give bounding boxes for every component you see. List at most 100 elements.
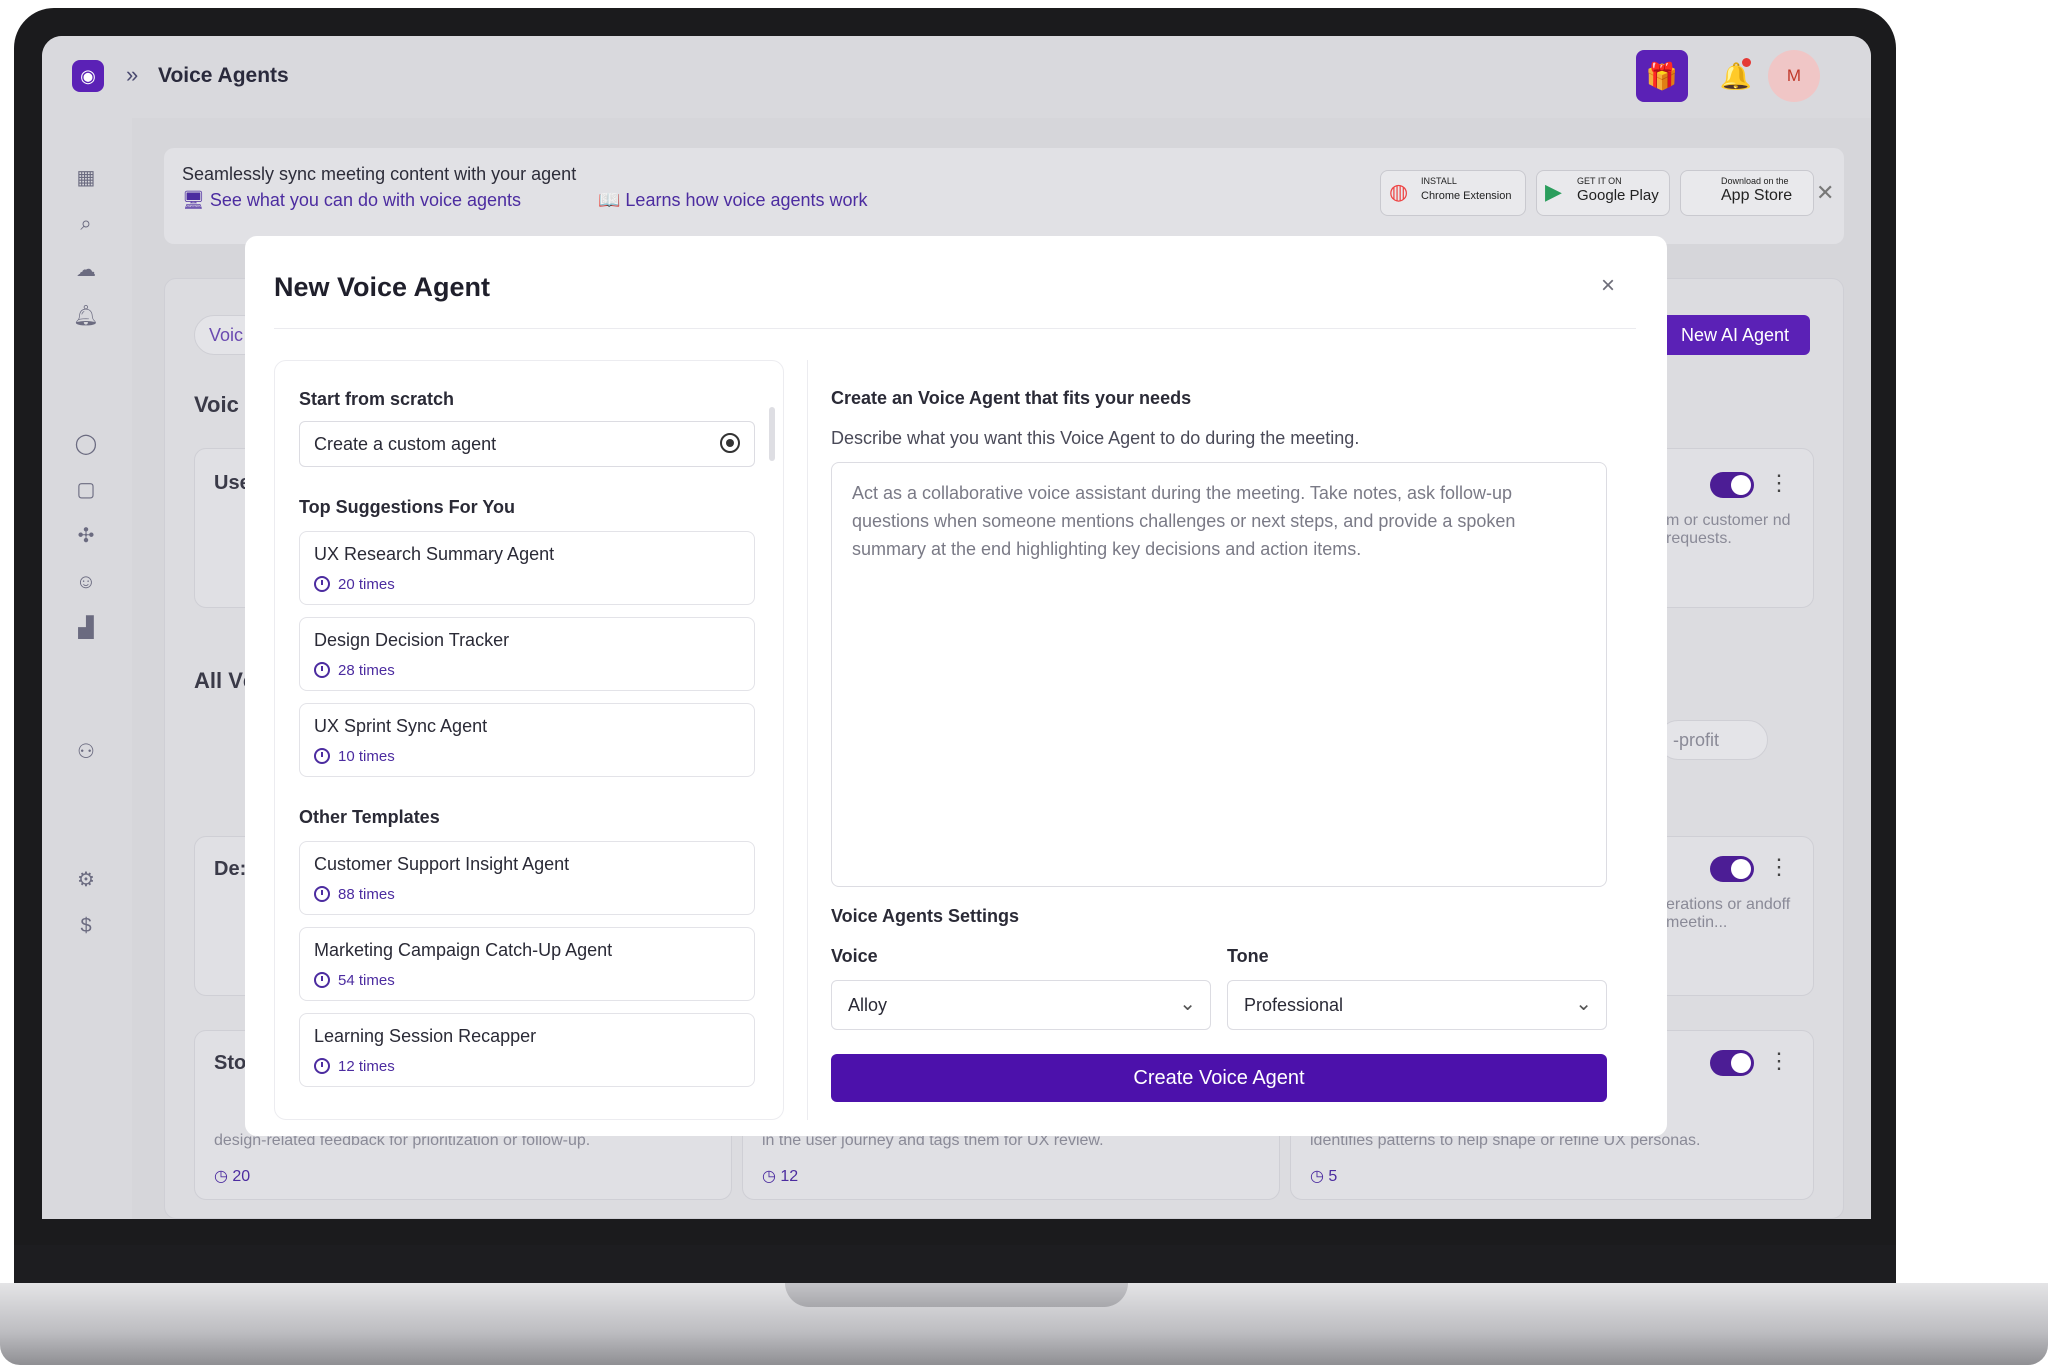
template-item[interactable]: Design Decision Tracker 28 times (299, 617, 755, 691)
agent-toggle[interactable] (1710, 856, 1754, 882)
top-bar: ◉ » Voice Agents 🎁 🔔 M (42, 36, 1871, 118)
learn-voice-agents-link[interactable]: 📖 Learns how voice agents work (598, 190, 868, 211)
analytics-icon[interactable]: ▟ (72, 614, 100, 642)
template-item[interactable]: Customer Support Insight Agent 88 times (299, 841, 755, 915)
app-store-button[interactable]: Download on the App Store (1680, 170, 1814, 216)
banner-title: Seamlessly sync meeting content with you… (182, 164, 577, 184)
custom-agent-option[interactable]: Create a custom agent (299, 421, 755, 467)
agent-prompt-textarea[interactable]: Act as a collaborative voice assistant d… (831, 462, 1607, 887)
create-heading: Create an Voice Agent that fits your nee… (831, 388, 1192, 408)
agent-toggle[interactable] (1710, 1050, 1754, 1076)
store-label: Google Play (1577, 187, 1659, 204)
template-item[interactable]: UX Research Summary Agent 20 times (299, 531, 755, 605)
chrome-icon: ◍ (1389, 179, 1409, 204)
create-voice-agent-button[interactable]: Create Voice Agent (831, 1054, 1607, 1102)
close-icon[interactable]: × (1601, 272, 1615, 300)
radio-icon (720, 433, 740, 453)
template-usage: 20 times (314, 576, 395, 593)
template-item[interactable]: Learning Session Recapper 12 times (299, 1013, 755, 1087)
divider (274, 328, 1636, 329)
chevron-down-icon: ⌄ (1575, 993, 1592, 1015)
chrome-extension-button[interactable]: INSTALL Chrome Extension ◍ (1380, 170, 1526, 216)
gear-icon[interactable]: ⚙ (72, 866, 100, 894)
more-options-icon[interactable]: ⋮ (1768, 854, 1790, 880)
google-play-button[interactable]: GET IT ON Google Play ▶ (1536, 170, 1670, 216)
avatar[interactable]: M (1768, 50, 1820, 102)
dollar-icon[interactable]: $ (72, 912, 100, 940)
notification-dot (1742, 58, 1751, 67)
calendar-icon[interactable]: ▦ (72, 164, 100, 192)
voice-label: Voice (831, 946, 878, 966)
template-name: Learning Session Recapper (314, 1026, 537, 1046)
template-name: Customer Support Insight Agent (314, 854, 570, 874)
gift-icon[interactable]: 🎁 (1636, 50, 1688, 102)
google-play-icon: ▶ (1545, 179, 1562, 204)
close-icon[interactable]: ✕ (1816, 180, 1834, 206)
clock-icon (314, 1058, 330, 1074)
usage-label: 28 times (338, 662, 395, 679)
upload-cloud-icon[interactable]: ☁ (72, 256, 100, 284)
usage-count-value: 12 (780, 1168, 799, 1185)
store-label: Chrome Extension (1421, 190, 1512, 202)
clock-icon (314, 576, 330, 592)
integrations-icon[interactable]: ✣ (72, 522, 100, 550)
laptop-notch (785, 1283, 1128, 1307)
clock-icon (314, 748, 330, 764)
voice-value: Alloy (848, 995, 888, 1015)
store-label: App Store (1721, 187, 1793, 204)
template-usage: 54 times (314, 972, 395, 989)
tone-label: Tone (1227, 946, 1269, 966)
agent-card-description: m or customer nd requests. (1666, 512, 1791, 547)
usage-label: 12 times (338, 1058, 395, 1075)
search-icon[interactable]: ⌕ (72, 210, 100, 238)
voice-agents-capabilities-link[interactable]: 🖥 See what you can do with voice agents (182, 190, 521, 211)
more-options-icon[interactable]: ⋮ (1768, 470, 1790, 496)
usage-label: 20 times (338, 576, 395, 593)
usage-count-value: 5 (1328, 1168, 1338, 1185)
robot-icon[interactable]: ▢ (72, 476, 100, 504)
suggestions-heading: Top Suggestions For You (299, 497, 515, 517)
new-ai-agent-button[interactable]: New AI Agent (1660, 315, 1810, 355)
tone-select[interactable]: Professional ⌄ (1227, 980, 1607, 1030)
sidebar: ▦ ⌕ ☁ 🔔︎ ◯ ▢ ✣ ☺ ▟ ⚇ ⚙ $ (42, 118, 132, 1219)
usage-label: 10 times (338, 748, 395, 765)
page-title: Voice Agents (158, 64, 289, 87)
chat-icon[interactable]: ◯ (72, 430, 100, 458)
template-usage: 28 times (314, 662, 395, 679)
template-item[interactable]: UX Sprint Sync Agent 10 times (299, 703, 755, 777)
tone-value: Professional (1244, 995, 1344, 1015)
filter-chip[interactable]: -profit (1658, 720, 1768, 760)
agent-card-description: erations or andoff meetin... (1666, 896, 1791, 931)
templates-panel: Start from scratch Create a custom agent… (274, 360, 784, 1120)
template-item[interactable]: Marketing Campaign Catch-Up Agent 54 tim… (299, 927, 755, 1001)
usage-label: 88 times (338, 886, 395, 903)
bell-icon[interactable]: 🔔︎ (72, 302, 100, 330)
usage-count: ◷ 20 (214, 1168, 251, 1185)
more-options-icon[interactable]: ⋮ (1768, 1048, 1790, 1074)
store-small-label: INSTALL (1421, 176, 1457, 186)
modal-title: New Voice Agent (274, 272, 491, 302)
template-usage: 10 times (314, 748, 395, 765)
store-small-label: Download on the (1721, 176, 1789, 186)
create-description: Describe what you want this Voice Agent … (831, 428, 1360, 448)
team-icon[interactable]: ⚇ (72, 738, 100, 766)
link-label: See what you can do with voice agents (209, 190, 522, 210)
user-settings-icon[interactable]: ☺ (72, 568, 100, 596)
chevron-down-icon: ⌄ (1179, 993, 1196, 1015)
app-logo-icon[interactable]: ◉ (72, 60, 104, 92)
scrollbar[interactable] (769, 407, 775, 461)
agent-toggle[interactable] (1710, 472, 1754, 498)
template-name: UX Sprint Sync Agent (314, 716, 488, 736)
usage-count: ◷ 12 (762, 1168, 799, 1185)
template-usage: 12 times (314, 1058, 395, 1075)
clock-icon (314, 662, 330, 678)
voice-select[interactable]: Alloy ⌄ (831, 980, 1211, 1030)
usage-count-value: 20 (232, 1168, 251, 1185)
template-name: Marketing Campaign Catch-Up Agent (314, 940, 613, 960)
agent-card-title: Sto (214, 1052, 247, 1074)
other-templates-heading: Other Templates (299, 807, 440, 827)
new-voice-agent-modal: New Voice Agent × Start from scratch Cre… (245, 236, 1667, 1136)
clock-icon (314, 886, 330, 902)
link-label: Learns how voice agents work (625, 190, 868, 210)
section-heading: Voic (194, 392, 239, 417)
